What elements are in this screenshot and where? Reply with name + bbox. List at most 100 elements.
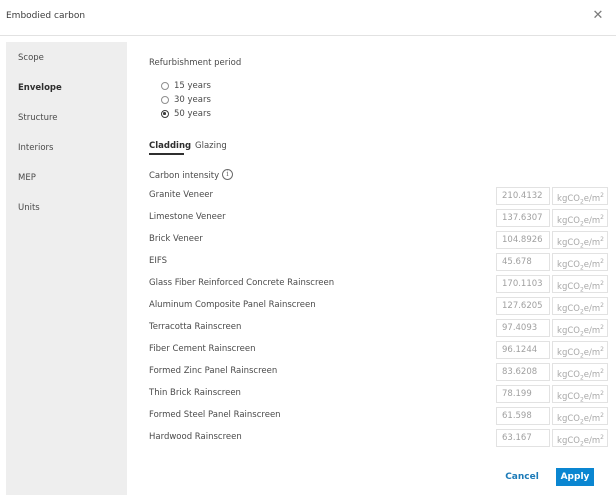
unit-label: kgCO2e/m2 (552, 363, 608, 382)
unit-prefix: kgCO (557, 215, 580, 226)
unit-label: kgCO2e/m2 (552, 297, 608, 316)
unit-prefix: kgCO (557, 303, 580, 314)
unit-label: kgCO2e/m2 (552, 319, 608, 338)
unit-superscript: 2 (600, 214, 604, 221)
unit-middle: e/m (583, 369, 601, 380)
radio-label: 15 years (174, 81, 211, 91)
unit-middle: e/m (583, 435, 601, 446)
carbon-value-input[interactable]: 61.598 (496, 407, 550, 425)
material-label: Formed Zinc Panel Rainscreen (149, 366, 278, 376)
unit-superscript: 2 (600, 192, 604, 199)
unit-middle: e/m (583, 413, 601, 424)
tab-cladding[interactable]: Cladding (149, 141, 191, 151)
sidebar-item-mep[interactable]: MEP (18, 173, 36, 183)
radio-button-checked[interactable] (161, 110, 169, 118)
embodied-carbon-dialog: Embodied carbon ✕ Scope Envelope Structu… (0, 0, 616, 501)
material-row: EIFS 45.678 kgCO2e/m2 (149, 253, 609, 272)
unit-label: kgCO2e/m2 (552, 385, 608, 404)
carbon-value-input[interactable]: 83.6208 (496, 363, 550, 381)
unit-superscript: 2 (600, 368, 604, 375)
unit-prefix: kgCO (557, 391, 580, 402)
unit-label: kgCO2e/m2 (552, 209, 608, 228)
sidebar-item-structure[interactable]: Structure (18, 113, 58, 123)
material-row: Thin Brick Rainscreen 78.199 kgCO2e/m2 (149, 385, 609, 404)
unit-prefix: kgCO (557, 413, 580, 424)
sidebar-item-units[interactable]: Units (18, 203, 40, 213)
material-label: Formed Steel Panel Rainscreen (149, 410, 281, 420)
carbon-value-input[interactable]: 137.6307 (496, 209, 550, 227)
material-label: Fiber Cement Rainscreen (149, 344, 256, 354)
unit-superscript: 2 (600, 258, 604, 265)
carbon-value-input[interactable]: 78.199 (496, 385, 550, 403)
unit-superscript: 2 (600, 324, 604, 331)
material-label: Aluminum Composite Panel Rainscreen (149, 300, 316, 310)
material-label: Limestone Veneer (149, 212, 226, 222)
carbon-value-input[interactable]: 96.1244 (496, 341, 550, 359)
sidebar-item-interiors[interactable]: Interiors (18, 143, 53, 153)
unit-label: kgCO2e/m2 (552, 341, 608, 360)
unit-middle: e/m (583, 303, 601, 314)
unit-middle: e/m (583, 325, 601, 336)
close-icon[interactable]: ✕ (591, 9, 605, 23)
material-label: Terracotta Rainscreen (149, 322, 242, 332)
material-label: Granite Veneer (149, 190, 214, 200)
sidebar-item-envelope[interactable]: Envelope (18, 83, 62, 93)
unit-superscript: 2 (600, 302, 604, 309)
info-icon[interactable]: i (222, 169, 233, 180)
unit-prefix: kgCO (557, 369, 580, 380)
material-row: Glass Fiber Reinforced Concrete Rainscre… (149, 275, 609, 294)
dialog-title: Embodied carbon (6, 11, 86, 21)
unit-label: kgCO2e/m2 (552, 275, 608, 294)
carbon-value-input[interactable]: 210.4132 (496, 187, 550, 205)
unit-prefix: kgCO (557, 237, 580, 248)
radio-label: 30 years (174, 95, 211, 105)
unit-label: kgCO2e/m2 (552, 429, 608, 448)
carbon-value-input[interactable]: 63.167 (496, 429, 550, 447)
material-label: Hardwood Rainscreen (149, 432, 242, 442)
unit-middle: e/m (583, 259, 601, 270)
unit-label: kgCO2e/m2 (552, 407, 608, 426)
dialog-header: Embodied carbon ✕ (0, 0, 616, 36)
radio-button[interactable] (161, 96, 169, 104)
carbon-value-input[interactable]: 97.4093 (496, 319, 550, 337)
radio-label: 50 years (174, 109, 211, 119)
carbon-value-input[interactable]: 104.8926 (496, 231, 550, 249)
cancel-button[interactable]: Cancel (500, 468, 544, 486)
carbon-value-input[interactable]: 45.678 (496, 253, 550, 271)
carbon-value-input[interactable]: 127.6205 (496, 297, 550, 315)
radio-30-years[interactable]: 30 years (161, 94, 211, 106)
unit-superscript: 2 (600, 236, 604, 243)
carbon-value-input[interactable]: 170.1103 (496, 275, 550, 293)
unit-prefix: kgCO (557, 259, 580, 270)
unit-superscript: 2 (600, 346, 604, 353)
tab-glazing[interactable]: Glazing (195, 141, 227, 151)
material-label: Brick Veneer (149, 234, 203, 244)
radio-50-years[interactable]: 50 years (161, 108, 211, 120)
material-row: Fiber Cement Rainscreen 96.1244 kgCO2e/m2 (149, 341, 609, 360)
unit-superscript: 2 (600, 390, 604, 397)
unit-middle: e/m (583, 193, 601, 204)
material-row: Granite Veneer 210.4132 kgCO2e/m2 (149, 187, 609, 206)
material-row: Formed Zinc Panel Rainscreen 83.6208 kgCO 2… (149, 363, 609, 382)
material-label: EIFS (149, 256, 168, 266)
unit-prefix: kgCO (557, 325, 580, 336)
unit-middle: e/m (583, 281, 601, 292)
material-row: Terracotta Rainscreen 97.4093 kgCO2e/m2 (149, 319, 609, 338)
refurbishment-period-label: Refurbishment period (149, 58, 242, 68)
radio-button[interactable] (161, 82, 169, 90)
unit-superscript: 2 (600, 434, 604, 441)
unit-middle: e/m (583, 215, 601, 226)
unit-middle: e/m (583, 391, 601, 402)
unit-prefix: kgCO (557, 193, 580, 204)
sidebar-item-scope[interactable]: Scope (18, 53, 44, 63)
unit-middle: e/m (583, 347, 601, 358)
apply-button[interactable]: Apply (556, 468, 594, 486)
material-row: Brick Veneer 104.8926 kgCO2e/m2 (149, 231, 609, 250)
unit-label: kgCO2e/m2 (552, 187, 608, 206)
material-label: Glass Fiber Reinforced Concrete Rainscre… (149, 278, 335, 288)
unit-prefix: kgCO (557, 281, 580, 292)
sidebar: Scope Envelope Structure Interiors MEP U… (6, 42, 127, 495)
material-row: Formed Steel Panel Rainscreen 61.598 kgCO 2… (149, 407, 609, 426)
radio-15-years[interactable]: 15 years (161, 80, 211, 92)
material-row: Limestone Veneer 137.6307 kgCO2e/m2 (149, 209, 609, 228)
